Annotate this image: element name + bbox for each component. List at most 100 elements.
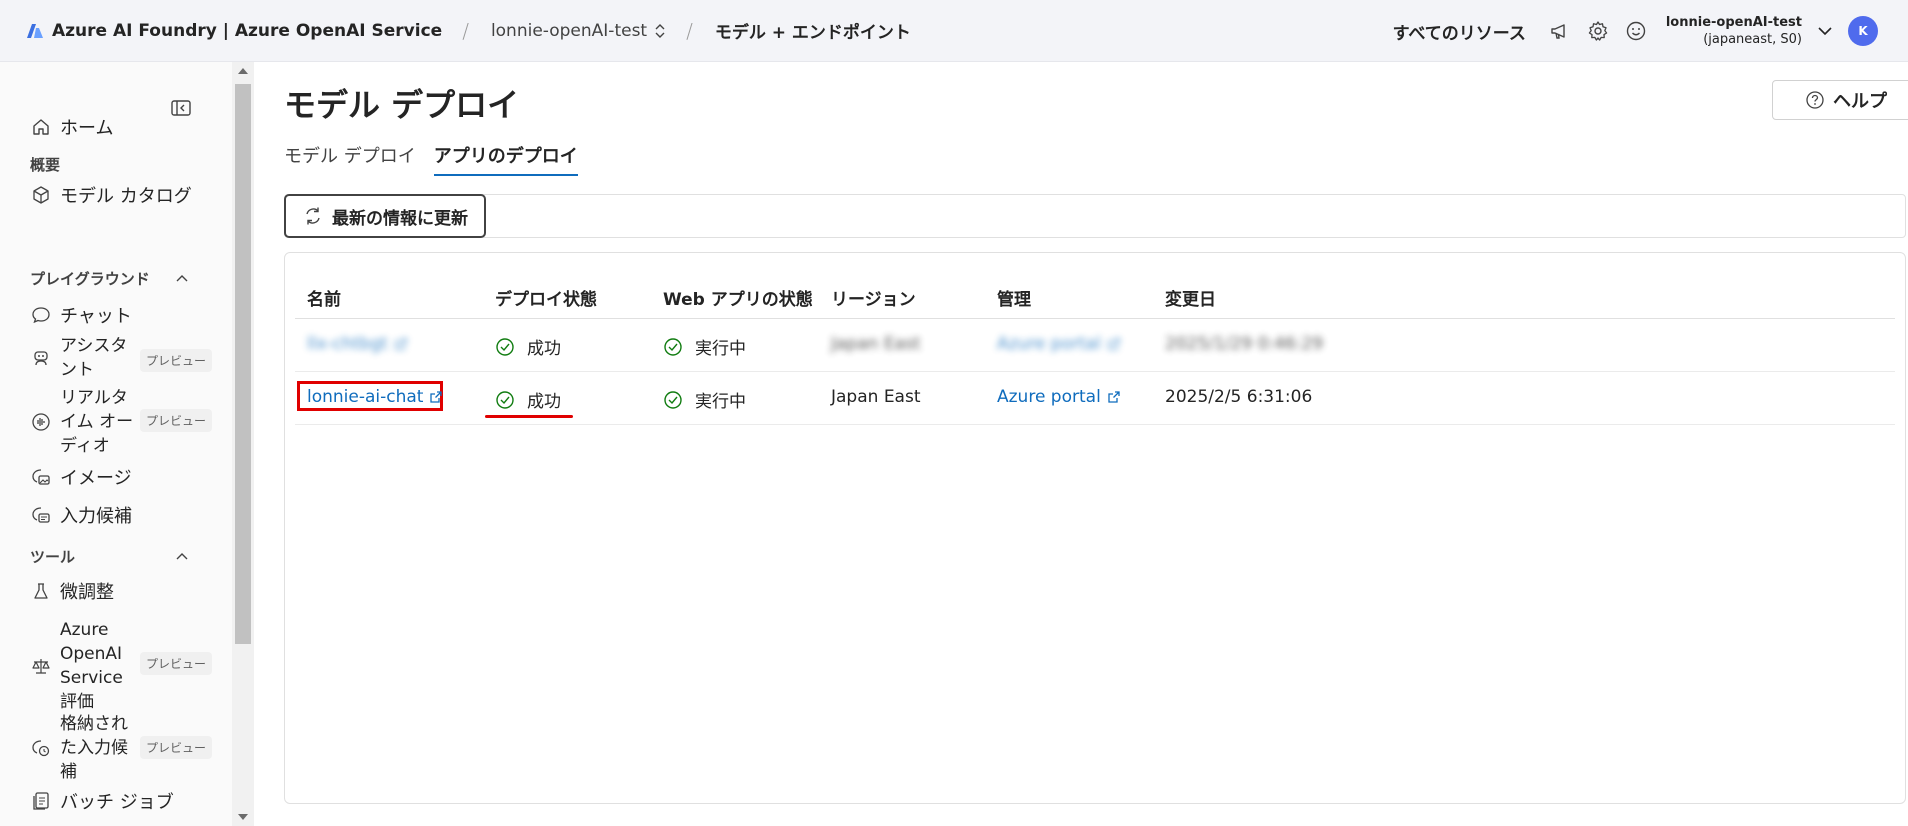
section-playground[interactable]: プレイグラウンド (30, 268, 190, 289)
azure-portal-link[interactable]: Azure portal (997, 334, 1121, 354)
megaphone-icon[interactable] (1548, 19, 1572, 43)
sidebar-item-chat[interactable]: チャット (30, 302, 132, 328)
app-name: llx-chtbgt (307, 334, 388, 354)
sidebar-item-label: 微調整 (60, 582, 114, 603)
check-circle-icon (664, 390, 682, 409)
scroll-up-icon[interactable] (238, 68, 248, 74)
breadcrumb-separator: / (686, 18, 693, 43)
help-button[interactable]: ヘルプ (1772, 80, 1908, 120)
main-content: モデル デプロイ ヘルプ モデル デプロイ アプリのデプロイ 最新の情報に更新 … (254, 62, 1908, 826)
toolbar: 最新の情報に更新 (284, 194, 1906, 238)
region: Japan East (831, 334, 921, 354)
sidebar-item-completions[interactable]: 入力候補 (30, 502, 132, 528)
chat-icon (30, 304, 52, 326)
preview-badge: プレビュー (140, 409, 213, 432)
deploy-status: 成功 (495, 387, 561, 412)
check-circle-icon (496, 390, 514, 409)
sidebar-item-finetune[interactable]: 微調整 (30, 578, 114, 604)
flask-icon (30, 580, 52, 602)
home-icon (30, 116, 52, 138)
external-link-icon (430, 391, 443, 403)
refresh-button[interactable]: 最新の情報に更新 (284, 194, 486, 238)
sidebar-item-label: バッチ ジョブ (60, 792, 174, 813)
sidebar-item-realtime-audio[interactable]: リアルタイム オーディオ (30, 386, 136, 458)
sidebar-item-evaluation[interactable]: Azure OpenAI Service 評価 (30, 618, 136, 714)
check-circle-icon (664, 337, 682, 356)
region: Japan East (831, 387, 921, 407)
scroll-down-icon[interactable] (238, 814, 248, 820)
breadcrumb-separator: / (462, 18, 469, 43)
table-header: 名前 デプロイ状態 Web アプリの状態 リージョン 管理 変更日 (295, 273, 1895, 319)
sidebar-item-batch-jobs[interactable]: バッチ ジョブ (30, 788, 174, 814)
collapse-panel-icon[interactable] (170, 98, 192, 118)
sidebar-item-assistant[interactable]: アシスタント (30, 334, 136, 382)
column-header-app-status[interactable]: Web アプリの状態 (663, 285, 813, 310)
section-tools[interactable]: ツール (30, 546, 190, 567)
app-name-link[interactable]: lonnie-ai-chat (307, 387, 443, 407)
batch-icon (30, 790, 52, 812)
column-header-region[interactable]: リージョン (831, 285, 916, 310)
tab-app-deploy[interactable]: アプリのデプロイ (433, 142, 578, 176)
app-status-label: 実行中 (695, 392, 746, 412)
table-row: llx-chtbgt 成功 実行中 Japan East Azure porta… (295, 320, 1895, 372)
column-header-modified[interactable]: 変更日 (1165, 285, 1216, 310)
azure-portal-label: Azure portal (997, 334, 1101, 354)
external-link-icon (1108, 391, 1120, 403)
account-name: lonnie-openAI-test (1665, 15, 1802, 30)
section-playground-label: プレイグラウンド (30, 270, 150, 288)
brand[interactable]: Azure AI Foundry | Azure OpenAI Service (26, 21, 442, 41)
refresh-icon (306, 207, 320, 225)
completion-icon (30, 504, 52, 526)
column-header-deploy-status[interactable]: デプロイ状態 (495, 285, 597, 310)
sidebar-item-label: リアルタイム オーディオ (60, 388, 134, 456)
gear-icon[interactable] (1586, 19, 1610, 43)
help-icon (1806, 91, 1824, 109)
azure-portal-link[interactable]: Azure portal (997, 387, 1121, 407)
chevron-down-icon[interactable] (1816, 22, 1834, 40)
azure-ai-logo (27, 23, 43, 38)
sidebar-item-images[interactable]: イメージ (30, 464, 132, 490)
azure-portal-label: Azure portal (997, 387, 1101, 407)
sidebar-item-label: モデル カタログ (60, 186, 192, 207)
sidebar-item-label: アシスタント (60, 336, 128, 380)
account-info[interactable]: lonnie-openAI-test (japaneast, S0) (1666, 14, 1802, 48)
chevron-up-icon (176, 552, 188, 559)
assistant-icon (30, 347, 52, 369)
deployments-table: 名前 デプロイ状態 Web アプリの状態 リージョン 管理 変更日 llx-ch… (284, 252, 1906, 804)
column-header-name[interactable]: 名前 (307, 285, 341, 310)
underline-annotation (485, 415, 573, 418)
scrollbar-thumb[interactable] (235, 84, 251, 644)
cube-icon (30, 184, 52, 206)
top-header: Azure AI Foundry | Azure OpenAI Service … (0, 0, 1908, 62)
app-name-link[interactable]: llx-chtbgt (307, 334, 408, 354)
sidebar-item-home[interactable]: ホーム (30, 114, 113, 140)
account-region: (japaneast, S0) (1703, 32, 1802, 47)
app-status-label: 実行中 (695, 339, 746, 359)
avatar[interactable]: K (1848, 16, 1878, 46)
sidebar-item-label: チャット (60, 306, 132, 327)
section-tools-label: ツール (30, 548, 76, 566)
sidebar-item-stored-completions[interactable]: 格納された入力候補 (30, 712, 136, 784)
modified-date: 2025/1/29 0:46:29 (1165, 334, 1324, 354)
sidebar-item-label: ホーム (60, 118, 114, 139)
app-name: lonnie-ai-chat (307, 387, 424, 407)
sidebar-scrollbar[interactable] (232, 62, 254, 826)
tab-model-deploy[interactable]: モデル デプロイ (284, 142, 416, 176)
column-header-manage[interactable]: 管理 (997, 285, 1031, 310)
refresh-label: 最新の情報に更新 (332, 208, 468, 229)
external-link-icon (1108, 338, 1120, 350)
sidebar-item-label: 入力候補 (60, 506, 132, 527)
app-status: 実行中 (663, 387, 746, 412)
smiley-icon[interactable] (1624, 19, 1648, 43)
sidebar: ホーム 概要 モデル カタログ プレイグラウンド チャット アシスタント プレビ… (0, 62, 232, 826)
all-resources-link[interactable]: すべてのリソース (1393, 19, 1526, 44)
chevron-up-icon (176, 274, 188, 281)
scale-icon (30, 655, 52, 677)
check-circle-icon (496, 337, 514, 356)
sidebar-item-model-catalog[interactable]: モデル カタログ (30, 182, 192, 208)
breadcrumb-project[interactable]: lonnie-openAI-test (491, 21, 666, 41)
breadcrumb-project-label: lonnie-openAI-test (490, 20, 648, 41)
sidebar-item-label: Azure OpenAI Service 評価 (60, 620, 123, 712)
preview-badge: プレビュー (140, 652, 213, 675)
external-link-icon (395, 338, 407, 350)
